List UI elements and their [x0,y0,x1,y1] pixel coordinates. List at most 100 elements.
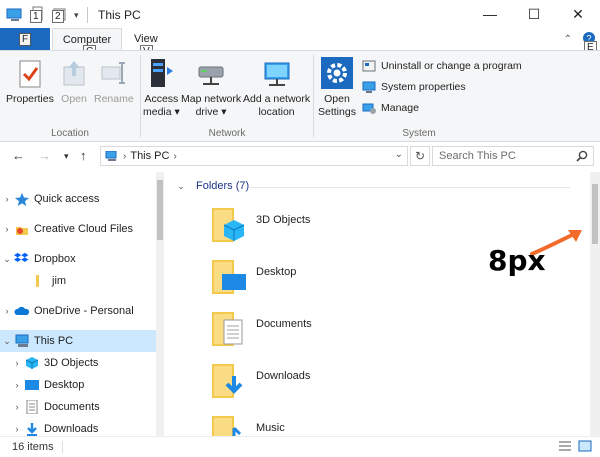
media-server-icon [151,59,174,87]
nav-item-quick-access[interactable]: › Quick access [0,188,156,210]
chevron-right-icon[interactable]: › [0,306,14,316]
folder-music[interactable]: Music [210,412,285,436]
nav-item-onedrive[interactable]: › OneDrive - Personal [0,300,156,322]
properties-icon [19,60,41,88]
annotation-label: 8px [488,244,546,277]
manage-button[interactable]: Manage [362,101,419,115]
search-input[interactable]: Search This PC [432,146,594,166]
forward-arrow-icon[interactable]: → [38,148,51,163]
rename-button[interactable]: Rename [94,57,134,106]
downloads-folder-icon [212,364,243,398]
map-network-drive-button[interactable]: Map network drive ▾ [181,57,241,119]
folder-desktop[interactable]: Desktop [210,256,296,298]
nav-item-this-pc[interactable]: ⌄ This PC [0,330,156,352]
close-button[interactable]: ✕ [556,0,600,28]
pc-icon [6,8,22,21]
chevron-down-icon[interactable]: ⌄ [174,181,188,192]
programs-icon [362,60,376,72]
nav-item-3d-objects[interactable]: › 3D Objects [0,352,156,374]
refresh-icon: ↻ [414,149,426,163]
details-view-icon[interactable] [558,440,572,452]
chevron-right-icon[interactable]: › [0,224,14,234]
quick-access-toolbar: 1 2 ▾ [6,6,90,24]
qat-customize-dropdown[interactable]: ▾ [74,10,79,21]
ribbon-group-system: Open Settings Uninstall or change a prog… [314,51,524,143]
ribbon-collapse-chevron-icon[interactable]: ⌃ [564,34,572,45]
open-button[interactable]: Open [58,57,90,106]
nav-pane-scrollbar-thumb[interactable] [157,180,163,240]
status-separator [62,441,63,453]
chevron-right-icon[interactable]: › [10,402,24,412]
chevron-right-icon[interactable]: › [10,380,24,390]
group-divider [250,187,570,188]
pc-icon [15,334,29,347]
system-properties-button[interactable]: System properties [362,80,466,94]
breadcrumb-separator-icon[interactable]: › [123,151,126,162]
system-properties-icon [362,81,376,93]
chevron-down-icon[interactable]: ⌄ [0,336,14,347]
nav-item-jim[interactable]: jim [0,270,156,292]
keytip-2: 2 [52,10,64,23]
content-scrollbar[interactable] [590,172,600,436]
large-icons-view-icon[interactable] [578,440,592,452]
open-settings-button[interactable]: Open Settings [318,57,356,119]
documents-icon [26,400,38,414]
status-bar: 16 items [0,436,600,457]
item-count: 16 items [12,441,54,453]
network-drive-icon [198,66,224,85]
nav-item-desktop[interactable]: › Desktop [0,374,156,396]
content-pane: ⌄ Folders (7) 3D Objects Desktop Documen… [166,172,590,436]
folder-3d-objects[interactable]: 3D Objects [210,204,310,246]
tab-file[interactable]: F [0,28,50,50]
address-dropdown-icon[interactable]: ⌄ [395,149,403,160]
onedrive-icon [14,306,30,315]
folders-group-header[interactable]: ⌄ Folders (7) [174,180,249,192]
minimize-button[interactable]: — [468,0,512,28]
back-arrow-icon[interactable]: ← [12,148,25,163]
navigation-pane: › Quick access › Creative Cloud Files ⌄ … [0,172,164,436]
nav-item-creative-cloud[interactable]: › Creative Cloud Files [0,218,156,240]
nav-pane-scrollbar[interactable] [156,172,164,436]
dropbox-icon [14,252,29,262]
folder-icon [36,275,39,287]
tab-view[interactable]: View V [124,28,168,58]
help-button[interactable]: ? E [582,31,597,54]
address-field[interactable]: › This PC › ⌄ [100,146,408,166]
up-arrow-icon[interactable]: ↑ [80,148,87,163]
tab-computer[interactable]: Computer C [52,28,122,58]
desktop-icon [25,380,39,390]
nav-item-documents[interactable]: › Documents [0,396,156,418]
refresh-button[interactable]: ↻ [410,146,430,166]
music-folder-icon [212,416,242,436]
qat-new-folder-button[interactable]: 2 [52,6,68,24]
group-label-system: System [402,128,436,139]
chevron-right-icon[interactable]: › [10,424,24,434]
nav-item-dropbox[interactable]: ⌄ Dropbox [0,248,156,270]
window-title: This PC [98,8,141,22]
title-bar: 1 2 ▾ This PC — ☐ ✕ [0,0,600,28]
chevron-right-icon[interactable]: › [10,358,24,368]
open-icon [63,61,85,86]
folder-downloads[interactable]: Downloads [210,360,310,402]
qat-separator [86,7,88,23]
chevron-down-icon[interactable]: ⌄ [0,254,14,265]
keytip-1: 1 [30,10,42,23]
pc-icon [105,151,117,161]
access-media-button[interactable]: Access media ▾ [143,57,180,119]
content-scrollbar-thumb[interactable] [592,184,598,244]
qat-properties-button[interactable]: 1 [30,6,46,24]
maximize-button[interactable]: ☐ [512,0,556,28]
breadcrumb-this-pc[interactable]: This PC [130,150,169,162]
add-network-location-button[interactable]: Add a network location [243,57,310,119]
properties-button[interactable]: Properties [6,57,54,106]
downloads-icon [27,423,37,436]
desktop-folder-icon [212,260,246,294]
uninstall-program-button[interactable]: Uninstall or change a program [362,59,522,73]
nav-item-downloads[interactable]: › Downloads [0,418,156,436]
network-location-icon [264,62,290,86]
recent-locations-chevron-icon[interactable]: ▾ [64,151,69,162]
star-icon [15,193,29,206]
breadcrumb-separator-icon[interactable]: › [173,151,176,162]
folder-documents[interactable]: Documents [210,308,312,350]
chevron-right-icon[interactable]: › [0,194,14,204]
